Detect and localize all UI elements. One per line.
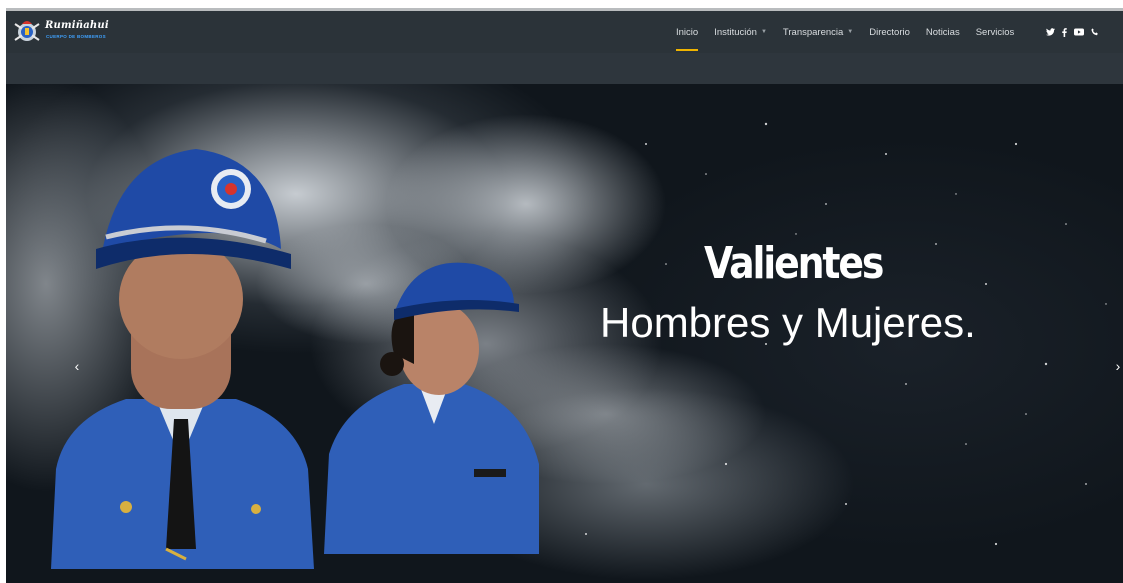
brand-tagline: CUERPO DE BOMBEROS <box>46 34 106 39</box>
nav-label: Transparencia <box>782 26 844 38</box>
nav-item-directorio[interactable]: Directorio <box>869 11 910 53</box>
phone-icon[interactable] <box>1091 28 1099 36</box>
site-logo[interactable]: Rumiñahui CUERPO DE BOMBEROS <box>12 18 109 46</box>
male-officer-image <box>51 149 314 569</box>
site-header: Rumiñahui CUERPO DE BOMBEROS Inicio Inst… <box>6 11 1123 84</box>
female-officer-image <box>324 262 539 554</box>
chevron-down-icon: ▼ <box>847 29 854 35</box>
main-nav: Inicio Institución ▼ Transparencia ▼ Dir… <box>676 11 1030 53</box>
nav-label: Directorio <box>869 26 910 38</box>
chevron-right-icon: › <box>1115 358 1121 374</box>
twitter-icon[interactable] <box>1046 28 1055 36</box>
nav-item-servicios[interactable]: Servicios <box>976 11 1015 53</box>
brand-name: Rumiñahui <box>45 20 109 31</box>
social-links <box>1046 11 1099 53</box>
nav-item-institucion[interactable]: Institución ▼ <box>714 11 767 53</box>
youtube-icon[interactable] <box>1074 28 1084 36</box>
nav-label: Servicios <box>975 26 1015 38</box>
hero-title: Valientes <box>704 238 884 289</box>
nav-item-transparencia[interactable]: Transparencia ▼ <box>783 11 853 53</box>
nav-label: Noticias <box>925 26 960 38</box>
slider-prev-button[interactable]: ‹ <box>70 354 84 378</box>
hero-slider: Valientes Hombres y Mujeres. ‹ › <box>6 84 1123 583</box>
nav-item-noticias[interactable]: Noticias <box>926 11 960 53</box>
nav-label: Inicio <box>676 26 699 38</box>
facebook-icon[interactable] <box>1062 27 1067 37</box>
chevron-down-icon: ▼ <box>760 29 767 35</box>
page: Rumiñahui CUERPO DE BOMBEROS Inicio Inst… <box>0 0 1123 583</box>
hero-subtitle: Hombres y Mujeres. <box>600 299 976 346</box>
slider-next-button[interactable]: › <box>1111 354 1123 378</box>
firefighter-emblem-icon <box>14 21 40 41</box>
nav-label: Institución <box>714 26 757 38</box>
navbar: Rumiñahui CUERPO DE BOMBEROS Inicio Inst… <box>6 11 1123 53</box>
chevron-left-icon: ‹ <box>74 358 80 374</box>
nav-item-inicio[interactable]: Inicio <box>676 11 699 53</box>
